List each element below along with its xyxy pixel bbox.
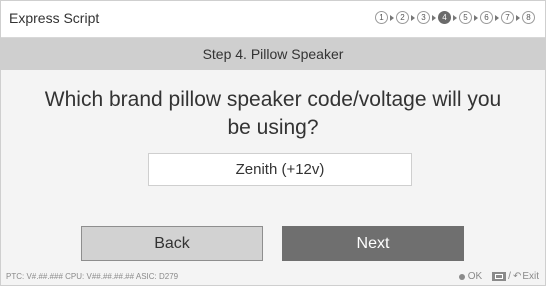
footer-hints: OK / ↶ Exit [458, 271, 539, 282]
step-arrow-icon [474, 14, 478, 21]
step-arrow-icon [432, 14, 436, 21]
step-arrow-icon [390, 14, 394, 21]
step-8-indicator: 8 [522, 11, 535, 24]
step-arrow-icon [411, 14, 415, 21]
step-5-indicator: 5 [459, 11, 472, 24]
exit-label: Exit [522, 271, 539, 282]
step-3-indicator: 3 [417, 11, 430, 24]
step-arrow-icon [453, 14, 457, 21]
pillow-speaker-selection[interactable]: Zenith (+12v) [148, 153, 412, 186]
step-7-indicator: 7 [501, 11, 514, 24]
next-button[interactable]: Next [282, 226, 464, 261]
back-key-icon [492, 272, 507, 281]
step-4-indicator: 4 [438, 11, 451, 24]
step-header: Step 4. Pillow Speaker [1, 38, 545, 70]
step-2-indicator: 2 [396, 11, 409, 24]
back-button[interactable]: Back [81, 226, 263, 261]
step-progress-indicator: 12345678 [375, 11, 535, 24]
step-6-indicator: 6 [480, 11, 493, 24]
separator: / [508, 271, 511, 282]
return-arrow-icon: ↶ [512, 271, 522, 282]
title-bar: Express Script 12345678 [1, 1, 545, 38]
step-arrow-icon [495, 14, 499, 21]
step-arrow-icon [516, 14, 520, 21]
question-text: Which brand pillow speaker code/voltage … [44, 88, 502, 139]
ok-label: OK [467, 271, 483, 282]
firmware-info: PTC: V#.##.### CPU: V##.##.##.## ASIC: D… [6, 272, 179, 281]
footer: PTC: V#.##.### CPU: V##.##.##.## ASIC: D… [1, 269, 545, 285]
ok-dot-icon [458, 273, 465, 280]
screen: Express Script 12345678 Step 4. Pillow S… [0, 0, 546, 286]
step-1-indicator: 1 [375, 11, 388, 24]
app-title: Express Script [9, 10, 100, 26]
